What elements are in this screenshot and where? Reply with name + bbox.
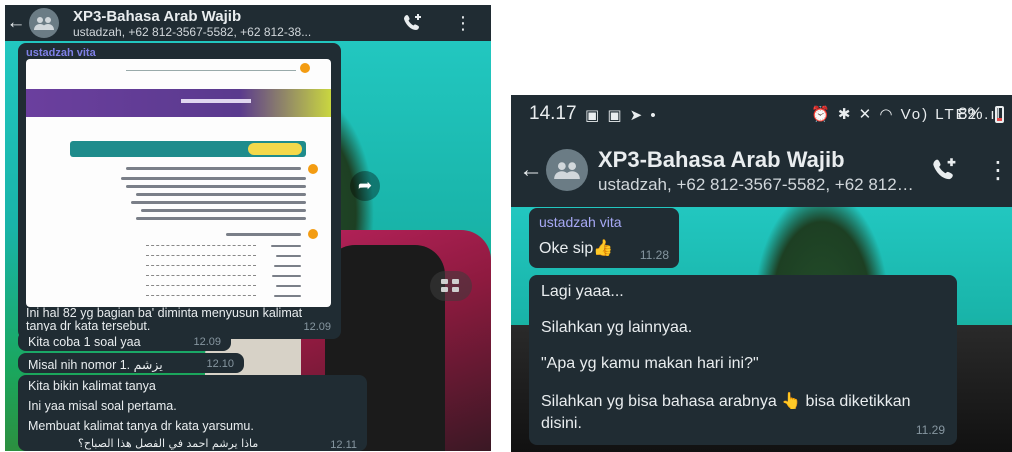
doc-blank (146, 275, 256, 276)
media-grid-icon[interactable] (430, 271, 472, 301)
doc-heading-line (126, 65, 296, 71)
group-name: XP3-Bahasa Arab Wajib (73, 7, 242, 25)
doc-word (276, 285, 301, 287)
battery-icon (995, 106, 1004, 123)
chat-header: ← XP3-Bahasa Arab Wajib ustadzah, +62 81… (511, 133, 1012, 207)
group-avatar[interactable] (546, 149, 588, 191)
doc-section-header (70, 141, 306, 157)
doc-bullet (300, 63, 310, 73)
message-line: Membuat kalimat tanya dr kata yarsumu. (28, 419, 254, 433)
message-line: Lagi yaaa... (541, 283, 624, 300)
chat-header: ← XP3-Bahasa Arab Wajib ustadzah, +62 81… (5, 5, 491, 41)
message-sender: ustadzah vita (26, 47, 96, 59)
doc-text-line (126, 185, 306, 188)
message-bubble[interactable]: Kita coba 1 soal yaa 12.09 (18, 331, 231, 351)
message-time: 12.09 (193, 336, 221, 348)
doc-text-line (121, 177, 306, 180)
doc-blank (146, 295, 256, 296)
doc-text-line (136, 193, 306, 196)
message-bubble[interactable]: Lagi yaaa... Silahkan yg lainnyaa. "Apa … (529, 275, 957, 445)
menu-icon[interactable]: ⋮ (986, 155, 1010, 185)
message-time: 12.10 (206, 358, 234, 370)
chat-title-block[interactable]: XP3-Bahasa Arab Wajib ustadzah, +62 812-… (73, 8, 373, 39)
doc-word (274, 265, 301, 267)
doc-text-line (131, 201, 306, 204)
doc-blank (146, 245, 256, 246)
doc-banner (26, 89, 331, 117)
message-bubble[interactable]: ustadzah vita Oke sip👍 11.28 (529, 208, 679, 268)
left-screenshot: ← XP3-Bahasa Arab Wajib ustadzah, +62 81… (5, 5, 491, 451)
doc-text-line (141, 209, 306, 212)
battery-level: 8% (958, 104, 983, 123)
doc-text-line (226, 233, 301, 236)
message-line: disini. (541, 415, 582, 432)
back-arrow-icon[interactable]: ← (517, 155, 545, 185)
add-call-icon[interactable] (930, 155, 960, 185)
doc-word (274, 295, 301, 297)
status-bar: 14.17 ▣ ▣ ➤ • ⏰ ✱ ✕ ◠ Vo) LTE2 .ıl 8% (511, 95, 1012, 133)
message-time: 11.28 (639, 248, 669, 262)
group-members[interactable]: ustadzah, +62 812-3567-5582, +62 812-38.… (598, 175, 918, 195)
group-icon (34, 17, 54, 30)
message-line: "Apa yg kamu makan hari ini?" (541, 355, 759, 372)
add-call-icon[interactable] (401, 11, 425, 35)
message-bubble[interactable]: Kita bikin kalimat tanya Ini yaa misal s… (18, 375, 367, 451)
doc-blank (146, 285, 256, 286)
group-name[interactable]: XP3-Bahasa Arab Wajib (598, 147, 845, 173)
message-line: Silahkan yg bisa bahasa arabnya 👆 bisa d… (541, 393, 911, 410)
message-time: 12.11 (330, 439, 357, 451)
group-icon (554, 162, 580, 179)
message-time: 11.29 (915, 423, 945, 437)
doc-text-line (126, 167, 301, 170)
forward-icon[interactable]: ➦ (350, 171, 380, 201)
message-bubble[interactable]: Misal nih nomor 1. يزشم 12.10 (18, 353, 244, 373)
message-text: Misal nih nomor 1. يزشم (28, 358, 163, 372)
message-line: Kita bikin kalimat tanya (28, 379, 156, 393)
group-avatar[interactable] (29, 8, 59, 38)
doc-text-line (136, 217, 306, 220)
menu-icon[interactable]: ⋮ (454, 11, 472, 35)
doc-word (276, 255, 301, 257)
message-line: Ini yaa misal soal pertama. (28, 399, 177, 413)
doc-blank (146, 255, 256, 256)
image-caption: Ini hal 82 yg bagian ba' diminta menyusu… (26, 306, 303, 333)
doc-word (272, 275, 301, 277)
message-text: Kita coba 1 soal yaa (28, 335, 141, 349)
right-screenshot: 14.17 ▣ ▣ ➤ • ⏰ ✱ ✕ ◠ Vo) LTE2 .ıl 8% ← … (511, 95, 1012, 452)
doc-bullet (308, 164, 318, 174)
doc-word (271, 245, 301, 247)
message-line-arabic: ماذا يرشم احمد في الفصل هذا الصباح؟ (78, 437, 259, 450)
doc-blank (146, 265, 256, 266)
back-arrow-icon[interactable]: ← (5, 5, 27, 41)
group-members: ustadzah, +62 812-3567-5582, +62 812-38.… (73, 24, 312, 39)
doc-bullet (308, 229, 318, 239)
status-time: 14.17 (529, 103, 577, 124)
message-sender: ustadzah vita (539, 214, 622, 230)
message-text: Oke sip👍 (539, 240, 614, 257)
worksheet-image[interactable] (26, 59, 331, 307)
thumbs-up-icon: 👍 (593, 240, 614, 257)
message-time: 12.09 (303, 321, 331, 333)
notification-icons: ▣ ▣ ➤ • (585, 107, 658, 124)
image-message-bubble[interactable]: ustadzah vita Ini hal 82 yg bagian ba' d… (18, 43, 341, 339)
message-line: Silahkan yg lainnyaa. (541, 319, 693, 336)
pointing-up-icon: 👆 (781, 393, 802, 410)
